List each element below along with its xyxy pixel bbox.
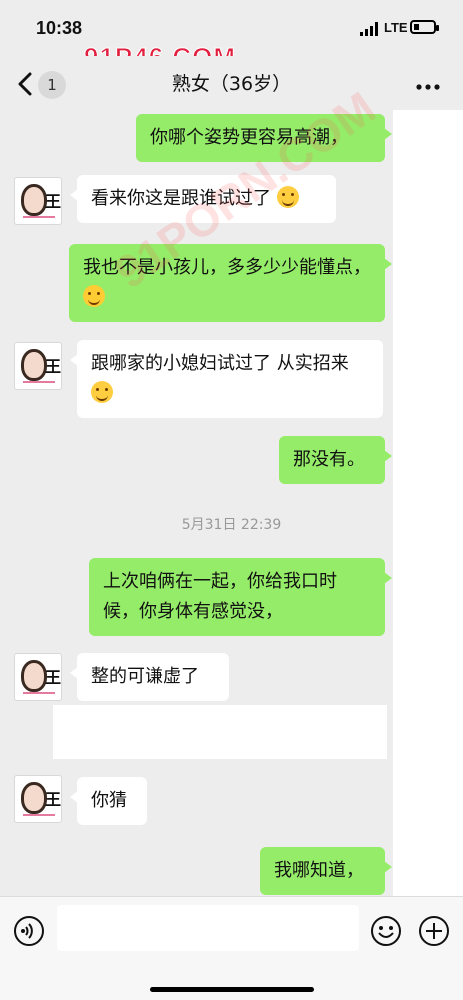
avatar-label: 王 [45,668,62,687]
more-icon[interactable] [416,84,440,90]
message-bubble-outgoing[interactable]: 我哪知道， [260,847,392,895]
avatar-label: 王 [45,790,62,809]
chat-title: 熟女（36岁） [171,73,292,95]
plus-icon[interactable] [418,915,450,947]
avatar-underline [23,381,55,383]
avatar-face [21,349,47,381]
message-bubble-incoming[interactable]: 整的可谦虚了 [70,653,229,701]
avatar-label: 王 [45,357,62,376]
avatar-face [21,782,47,814]
message-text: 看来你这是跟谁试过了 [91,188,271,209]
contact-avatar[interactable]: 王 [14,775,62,823]
message-bubble-outgoing[interactable]: 那没有。 [279,436,392,484]
message-text: 我也不是小孩儿，多多少少能懂点， [83,257,371,278]
network-label: LTE [384,20,408,35]
message-bubble-outgoing[interactable]: 我也不是小孩儿，多多少少能懂点， [69,244,392,322]
message-text: 跟哪家的小媳妇试过了 从实招来 [91,353,349,374]
voice-icon[interactable] [13,915,45,947]
avatar-face [21,660,47,692]
avatar-face [21,184,47,216]
status-time: 10:38 [36,18,83,38]
avatar-label: 王 [45,192,62,211]
message-text: 你哪个姿势更容易高潮， [150,127,348,148]
overlay-panel [393,110,463,896]
grimace-icon [276,186,299,208]
message-text: 你猜 [91,790,127,811]
message-bubble-incoming[interactable]: 跟哪家的小媳妇试过了 从实招来 [70,340,383,418]
laughing-tears-icon [91,381,113,403]
message-input[interactable] [57,905,359,951]
chat-area[interactable]: 你哪个姿势更容易高潮， 王 看来你这是跟谁试过了 我也不是小孩儿，多多少少能懂点… [0,110,463,896]
battery-icon [410,20,439,34]
contact-avatar[interactable]: 王 [14,177,62,225]
home-indicator [150,987,314,992]
emoji-icon[interactable] [370,915,402,947]
message-bubble-incoming[interactable]: 你猜 [70,777,147,825]
message-text: 我哪知道， [274,860,364,881]
message-text: 那没有。 [293,449,365,470]
blank-message-box [53,705,387,759]
avatar-underline [23,814,55,816]
message-bubble-outgoing[interactable]: 上次咱俩在一起，你给我口时候，你身体有感觉没， [89,558,392,636]
message-text: 整的可谦虚了 [91,666,199,687]
nav-bar: 1 熟女（36岁） [0,56,463,110]
input-bar [0,896,463,1000]
signal-icon [360,22,378,36]
message-text: 上次咱俩在一起，你给我口时候，你身体有感觉没， [103,571,337,622]
message-bubble-outgoing[interactable]: 你哪个姿势更容易高潮， [136,114,392,162]
contact-avatar[interactable]: 王 [14,653,62,701]
avatar-underline [23,216,55,218]
grin-icon [83,285,105,307]
message-timestamp: 5月31日 22:39 [181,517,282,533]
battery-level [414,24,419,30]
message-bubble-incoming[interactable]: 看来你这是跟谁试过了 [70,175,336,223]
contact-avatar[interactable]: 王 [14,342,62,390]
avatar-underline [23,692,55,694]
